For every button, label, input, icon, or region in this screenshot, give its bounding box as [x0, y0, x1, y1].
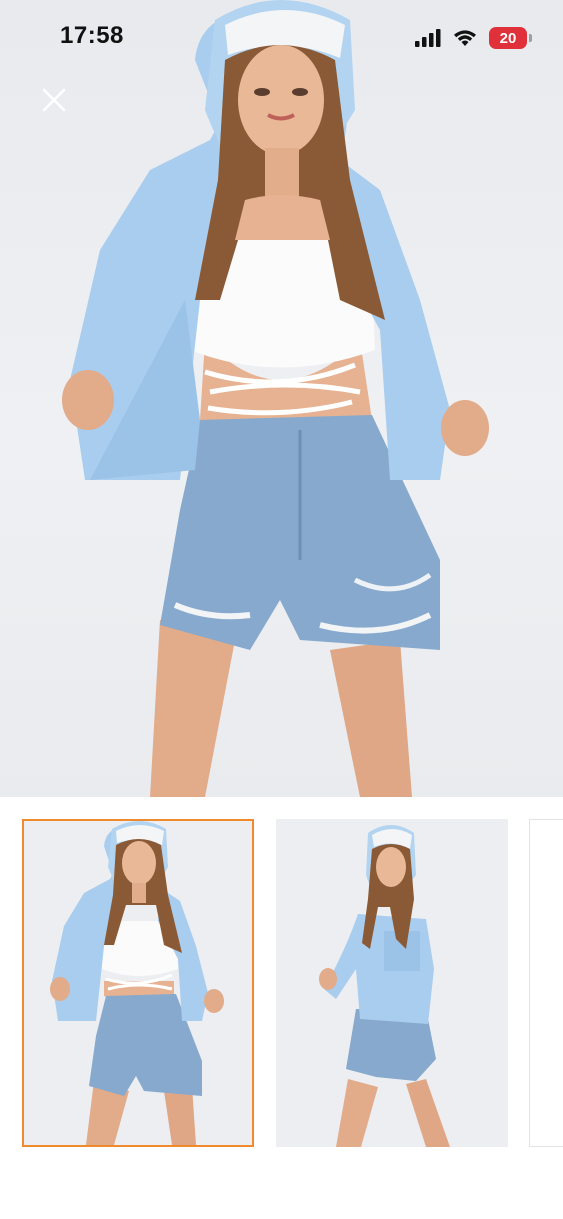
status-time: 17:58	[60, 22, 124, 49]
thumbnail-image-front	[24, 821, 252, 1145]
battery-level: 20	[499, 29, 517, 47]
close-button[interactable]	[38, 84, 70, 116]
close-icon	[42, 88, 66, 112]
thumbnail-image-side	[276, 819, 508, 1147]
thumbnail-gallery	[0, 797, 563, 1219]
model-photo	[62, 0, 489, 797]
battery-icon: 20	[489, 27, 532, 49]
status-icons: 20	[415, 25, 532, 51]
wifi-icon	[453, 29, 477, 47]
main-product-image[interactable]: 17:58 20	[0, 0, 563, 797]
thumbnail-1-selected[interactable]	[22, 819, 254, 1147]
thumbnail-3-partial[interactable]	[529, 819, 563, 1147]
cellular-signal-icon	[415, 29, 441, 47]
thumbnail-2[interactable]	[276, 819, 508, 1147]
status-bar: 17:58 20	[0, 0, 563, 70]
